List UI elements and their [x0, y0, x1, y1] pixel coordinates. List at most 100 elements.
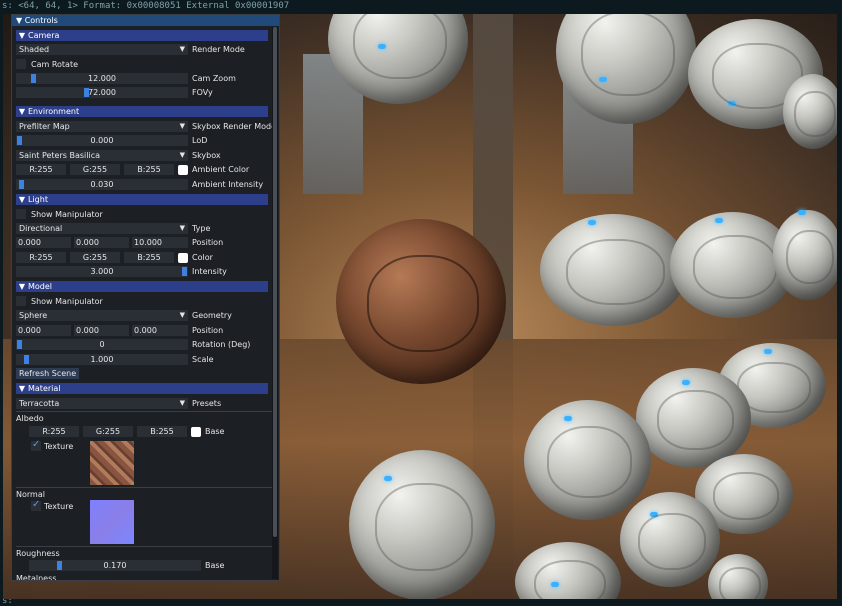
- roughness-slider[interactable]: 0.170: [29, 560, 201, 571]
- presets-label: Presets: [192, 399, 222, 408]
- slider-grab[interactable]: [84, 88, 89, 97]
- panel-scrollbar[interactable]: [272, 27, 278, 579]
- rotation-slider[interactable]: 0: [16, 339, 188, 350]
- sphere: [636, 368, 751, 468]
- model-pos-x-field[interactable]: 0.000: [16, 325, 71, 336]
- model-show-manipulator-checkbox[interactable]: [16, 296, 26, 306]
- albedo-base-label: Base: [205, 427, 225, 436]
- render-mode-select[interactable]: Shaded ▼: [16, 44, 188, 55]
- model-pos-y-field[interactable]: 0.000: [74, 325, 129, 336]
- ambient-g-field[interactable]: G:255: [70, 164, 120, 175]
- slider-grab[interactable]: [182, 267, 187, 276]
- checkmark-icon: ✓: [32, 439, 41, 450]
- divider: [16, 487, 272, 488]
- render-mode-label: Render Mode: [192, 45, 245, 54]
- sphere: [773, 210, 837, 300]
- checkmark-icon: ✓: [32, 499, 41, 510]
- slider-grab[interactable]: [31, 74, 36, 83]
- presets-select[interactable]: Terracotta ▼: [16, 398, 188, 409]
- chevron-down-icon: ▼: [18, 107, 26, 116]
- light-intensity-slider[interactable]: 3.000: [16, 266, 188, 277]
- panel-title-bar[interactable]: ▼ Controls: [12, 15, 279, 26]
- ambient-intensity-value: 0.030: [90, 180, 114, 189]
- model-pos-z-field[interactable]: 0.000: [132, 325, 188, 336]
- panel-title: Controls: [24, 16, 58, 25]
- light-position-label: Position: [192, 238, 224, 247]
- slider-grab[interactable]: [19, 180, 24, 189]
- albedo-texture-thumbnail[interactable]: [90, 441, 134, 485]
- skybox-select[interactable]: Saint Peters Basilica ▼: [16, 150, 188, 161]
- slider-grab[interactable]: [24, 355, 29, 364]
- albedo-b-field[interactable]: B:255: [137, 426, 187, 437]
- albedo-g-field[interactable]: G:255: [83, 426, 133, 437]
- section-header-label: Light: [28, 195, 48, 204]
- skybox-value: Saint Peters Basilica: [19, 151, 100, 160]
- refresh-scene-button[interactable]: Refresh Scene: [16, 368, 80, 379]
- ambient-b-field[interactable]: B:255: [124, 164, 174, 175]
- normal-texture-thumbnail[interactable]: [90, 500, 134, 544]
- light-pos-z-field[interactable]: 10.000: [132, 237, 188, 248]
- scale-slider[interactable]: 1.000: [16, 354, 188, 365]
- ambient-intensity-slider[interactable]: 0.030: [16, 179, 188, 190]
- render-mode-value: Shaded: [19, 45, 50, 54]
- led-light: [682, 380, 690, 385]
- section-header-label: Environment: [28, 107, 80, 116]
- section-header-label: Model: [28, 282, 53, 291]
- albedo-color-swatch[interactable]: [191, 427, 201, 437]
- dropdown-arrow-icon: ▼: [179, 311, 185, 319]
- led-light: [728, 101, 736, 106]
- light-show-manipulator-checkbox[interactable]: [16, 209, 26, 219]
- section-header-material[interactable]: ▼ Material: [16, 383, 268, 394]
- normal-title: Normal: [16, 490, 45, 499]
- scrollbar-thumb[interactable]: [273, 27, 277, 537]
- lod-label: LoD: [192, 136, 208, 145]
- led-light: [378, 44, 386, 49]
- normal-texture-label: Texture: [44, 502, 74, 511]
- slider-grab[interactable]: [57, 561, 62, 570]
- cam-zoom-slider[interactable]: 12.000: [16, 73, 188, 84]
- led-light: [650, 512, 658, 517]
- chevron-down-icon: ▼: [18, 195, 26, 204]
- controls-panel[interactable]: ▼ Controls ▼ Camera Shaded ▼ Render Mode C…: [11, 14, 280, 581]
- dropdown-arrow-icon: ▼: [179, 399, 185, 407]
- geometry-select[interactable]: Sphere ▼: [16, 310, 188, 321]
- light-intensity-label: Intensity: [192, 267, 227, 276]
- fovy-slider[interactable]: 72.000: [16, 87, 188, 98]
- presets-value: Terracotta: [19, 399, 60, 408]
- light-color-label: Color: [192, 253, 213, 262]
- cam-zoom-label: Cam Zoom: [192, 74, 236, 83]
- section-header-label: Material: [28, 384, 61, 393]
- light-pos-y-field[interactable]: 0.000: [74, 237, 129, 248]
- cam-rotate-checkbox[interactable]: [16, 59, 26, 69]
- cam-zoom-value: 12.000: [88, 74, 116, 83]
- normal-texture-checkbox[interactable]: ✓: [31, 499, 41, 511]
- lod-value: 0.000: [90, 136, 114, 145]
- light-g-field[interactable]: G:255: [70, 252, 120, 263]
- section-header-label: Camera: [28, 31, 60, 40]
- slider-grab[interactable]: [17, 136, 22, 145]
- section-header-environment[interactable]: ▼ Environment: [16, 106, 268, 117]
- model-show-manipulator-label: Show Manipulator: [31, 297, 103, 306]
- ambient-r-field[interactable]: R:255: [16, 164, 66, 175]
- led-light: [588, 220, 596, 225]
- lod-slider[interactable]: 0.000: [16, 135, 188, 146]
- geometry-label: Geometry: [192, 311, 232, 320]
- section-header-model[interactable]: ▼ Model: [16, 281, 268, 292]
- ambient-intensity-label: Ambient Intensity: [192, 180, 264, 189]
- ambient-color-swatch[interactable]: [178, 165, 188, 175]
- light-color-swatch[interactable]: [178, 253, 188, 263]
- sphere: [524, 400, 651, 520]
- albedo-texture-checkbox[interactable]: ✓: [31, 439, 41, 451]
- light-r-field[interactable]: R:255: [16, 252, 66, 263]
- scale-value: 1.000: [90, 355, 114, 364]
- light-type-select[interactable]: Directional ▼: [16, 223, 188, 234]
- slider-grab[interactable]: [17, 340, 22, 349]
- section-header-light[interactable]: ▼ Light: [16, 194, 268, 205]
- light-pos-x-field[interactable]: 0.000: [16, 237, 71, 248]
- albedo-r-field[interactable]: R:255: [29, 426, 79, 437]
- light-b-field[interactable]: B:255: [124, 252, 174, 263]
- skybox-render-mode-select[interactable]: Prefilter Map ▼: [16, 121, 188, 132]
- dropdown-arrow-icon: ▼: [179, 45, 185, 53]
- sphere: [540, 214, 687, 326]
- section-header-camera[interactable]: ▼ Camera: [16, 30, 268, 41]
